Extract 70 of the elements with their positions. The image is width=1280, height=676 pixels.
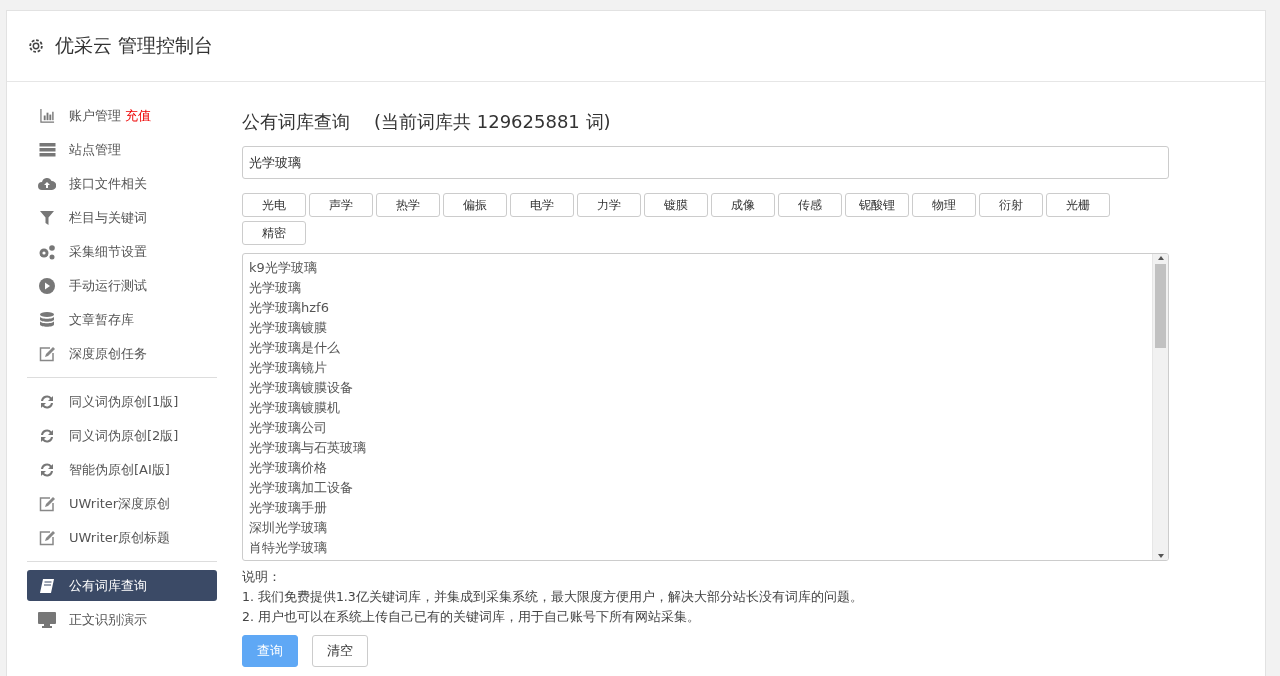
scrollbar[interactable]	[1152, 254, 1168, 560]
category-tag[interactable]: 电学	[510, 193, 574, 217]
scroll-up-icon[interactable]	[1156, 254, 1165, 262]
category-tag[interactable]: 光电	[242, 193, 306, 217]
play-icon	[37, 277, 57, 294]
result-item[interactable]: 光学玻璃与石英玻璃	[249, 438, 1146, 458]
sidebar-item[interactable]: 手动运行测试	[27, 270, 217, 301]
result-item[interactable]: 光学玻璃	[249, 278, 1146, 298]
category-tag[interactable]: 热学	[376, 193, 440, 217]
sidebar-item[interactable]: 智能伪原创[AI版]	[27, 454, 217, 485]
category-tag[interactable]: 成像	[711, 193, 775, 217]
sidebar-item[interactable]: 接口文件相关	[27, 168, 217, 199]
sidebar-item[interactable]: 文章暂存库	[27, 304, 217, 335]
result-item[interactable]: 肖特光学玻璃	[249, 538, 1146, 558]
gears-icon	[37, 243, 57, 260]
sidebar-item[interactable]: 正文识别演示	[27, 604, 217, 635]
category-tag[interactable]: 精密	[242, 221, 306, 245]
lexicon-count: (当前词库共 129625881 词)	[374, 110, 611, 134]
result-item[interactable]: 光学玻璃价格	[249, 458, 1146, 478]
filter-icon	[37, 210, 57, 225]
category-tag[interactable]: 力学	[577, 193, 641, 217]
sidebar-item[interactable]: UWriter深度原创	[27, 488, 217, 519]
sidebar-item[interactable]: UWriter原创标题	[27, 522, 217, 553]
result-item[interactable]: 光学玻璃加工设备	[249, 478, 1146, 498]
category-tag[interactable]: 铌酸锂	[845, 193, 909, 217]
chart-icon	[37, 108, 57, 123]
sidebar-item[interactable]: 同义词伪原创[1版]	[27, 386, 217, 417]
result-item[interactable]: 光学玻璃镀膜机	[249, 398, 1146, 418]
sidebar-item[interactable]: 同义词伪原创[2版]	[27, 420, 217, 451]
category-tag[interactable]: 衍射	[979, 193, 1043, 217]
server-icon	[37, 142, 57, 157]
notes-heading: 说明：	[242, 568, 282, 586]
category-tag[interactable]: 声学	[309, 193, 373, 217]
sidebar-item[interactable]: 账户管理 充值	[27, 100, 217, 131]
settings-icon	[27, 37, 45, 55]
category-tag[interactable]: 偏振	[443, 193, 507, 217]
result-item[interactable]: 光学玻璃hzf6	[249, 298, 1146, 318]
result-item[interactable]: 光学玻璃镜片	[249, 358, 1146, 378]
sidebar-item[interactable]: 公有词库查询	[27, 570, 217, 601]
scroll-down-icon[interactable]	[1156, 552, 1165, 560]
result-item[interactable]: 深圳光学玻璃	[249, 518, 1146, 538]
note-text: 2. 用户也可以在系统上传自己已有的关键词库，用于自己账号下所有网站采集。	[242, 608, 701, 626]
result-item[interactable]: 光学玻璃公司	[249, 418, 1146, 438]
edit-icon	[37, 345, 57, 362]
result-item[interactable]: 光学玻璃镀膜	[249, 318, 1146, 338]
console-title: 优采云 管理控制台	[55, 33, 214, 58]
keyword-field[interactable]: 光学玻璃	[242, 146, 1169, 179]
cloud-icon	[37, 177, 57, 190]
category-tag[interactable]: 传感	[778, 193, 842, 217]
monitor-icon	[37, 611, 57, 628]
sidebar-item[interactable]: 栏目与关键词	[27, 202, 217, 233]
note-text: 1. 我们免费提供1.3亿关键词库，并集成到采集系统，最大限度方便用户，解决大部分站长没有词库的问题。	[242, 588, 864, 606]
result-item[interactable]: k9光学玻璃	[249, 258, 1146, 278]
page-title: 公有词库查询	[242, 110, 350, 134]
result-item[interactable]: 光学玻璃是什么	[249, 338, 1146, 358]
scroll-thumb[interactable]	[1155, 264, 1166, 348]
clear-button[interactable]: 清空	[312, 635, 368, 667]
result-item[interactable]: 光学玻璃镀膜设备	[249, 378, 1146, 398]
recharge-link[interactable]: 充值	[125, 106, 151, 125]
edit-icon	[37, 495, 57, 512]
result-item[interactable]: 光学玻璃手册	[249, 498, 1146, 518]
edit-icon	[37, 529, 57, 546]
category-tag[interactable]: 光栅	[1046, 193, 1110, 217]
category-tag[interactable]: 物理	[912, 193, 976, 217]
sidebar-item[interactable]: 深度原创任务	[27, 338, 217, 369]
sidebar-item[interactable]: 站点管理	[27, 134, 217, 165]
database-icon	[37, 311, 57, 328]
sidebar-item[interactable]: 采集细节设置	[27, 236, 217, 267]
book-icon	[37, 577, 57, 594]
category-tag[interactable]: 镀膜	[644, 193, 708, 217]
